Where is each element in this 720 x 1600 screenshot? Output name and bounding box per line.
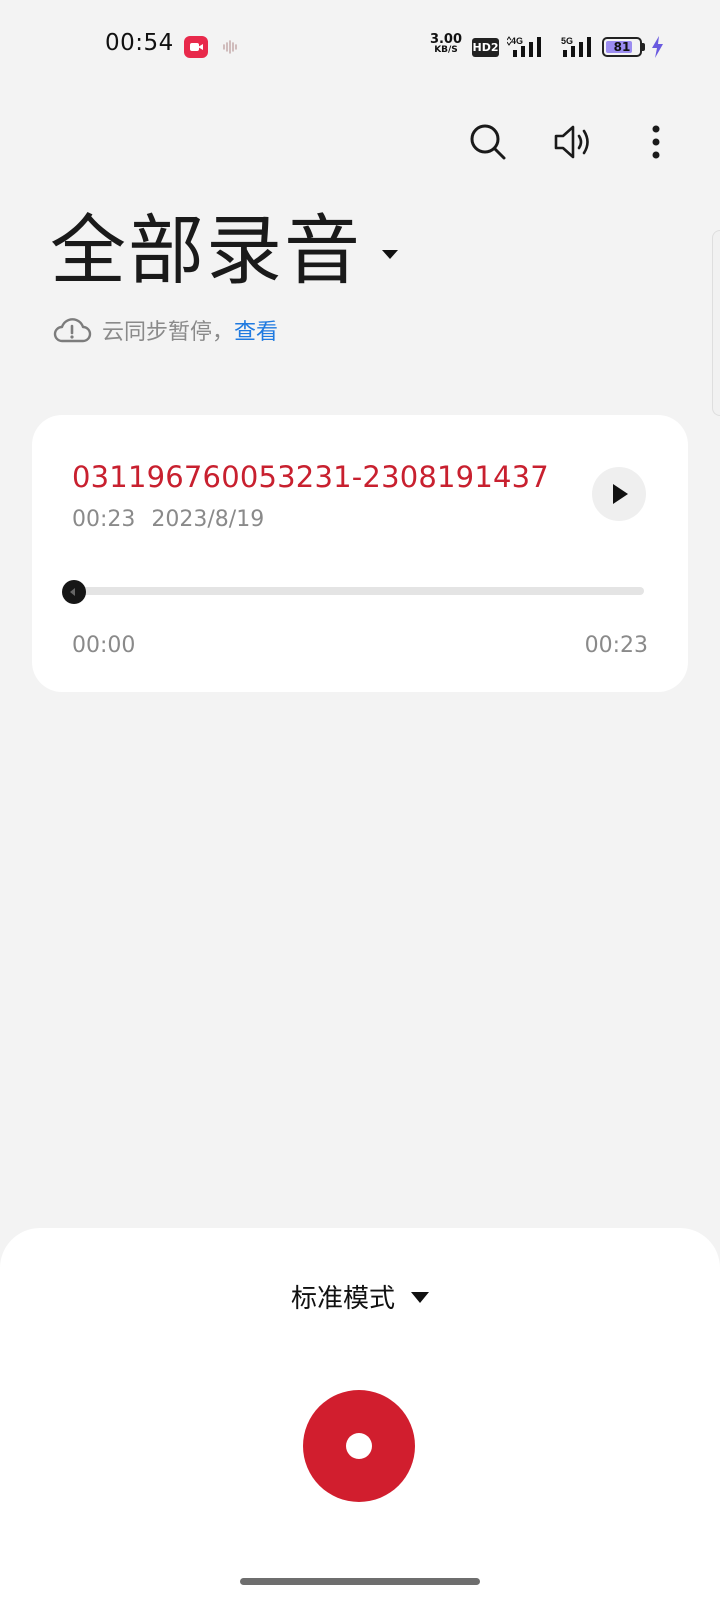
more-options-button[interactable] xyxy=(632,118,680,166)
caret-down-icon xyxy=(382,249,398,259)
hd-voice-icon: HD2 xyxy=(472,38,499,57)
playback-scrubber-handle[interactable] xyxy=(62,580,86,604)
battery-level: 81 xyxy=(613,40,631,54)
battery-icon: 81 xyxy=(602,37,642,57)
sync-status-text: 云同步暂停， xyxy=(102,320,235,345)
signal-5g-label: 5G xyxy=(561,36,573,46)
recording-duration: 00:23 xyxy=(72,507,136,532)
recording-meta: 00:23 2023/8/19 xyxy=(72,507,264,532)
recordings-filter-dropdown[interactable]: 全部录音 xyxy=(50,205,398,297)
more-vertical-icon xyxy=(652,125,660,159)
search-button[interactable] xyxy=(464,118,512,166)
record-mode-selector[interactable]: 标准模式 xyxy=(0,1278,720,1315)
speaker-toggle-button[interactable] xyxy=(550,118,598,166)
record-mode-label: 标准模式 xyxy=(290,1284,395,1314)
playback-progress-bar[interactable] xyxy=(74,587,644,595)
battery-terminal xyxy=(642,43,645,51)
search-icon xyxy=(470,124,506,160)
caret-down-icon xyxy=(411,1292,429,1303)
playback-total-time: 00:23 xyxy=(584,633,648,658)
signal-4g-icon: 4G xyxy=(507,36,541,57)
network-speed: 3.00 KB/S xyxy=(428,32,464,56)
recording-name: 031196760053231-2308191437 xyxy=(72,460,549,494)
record-dot-icon xyxy=(346,1433,372,1459)
page-title: 全部录音 xyxy=(50,206,362,295)
speaker-icon xyxy=(554,125,589,159)
status-time: 00:54 xyxy=(105,30,174,56)
screen-recorder-icon xyxy=(184,36,208,58)
cloud-alert-icon xyxy=(53,318,92,343)
signal-4g-label: 4G xyxy=(511,36,523,46)
record-panel: 标准模式 xyxy=(0,1228,720,1600)
record-button[interactable] xyxy=(303,1390,415,1502)
cloud-sync-status: 云同步暂停， 查看 xyxy=(52,314,278,346)
side-scroll-handle[interactable] xyxy=(712,230,720,416)
sync-view-link[interactable]: 查看 xyxy=(234,314,278,346)
network-speed-value: 3.00 xyxy=(429,32,463,47)
home-indicator[interactable] xyxy=(240,1578,480,1585)
status-bar: 00:54 3.00 KB/S HD2 4G 5G 81 xyxy=(0,0,720,96)
playback-current-time: 00:00 xyxy=(72,633,136,658)
signal-5g-icon: 5G xyxy=(561,36,591,57)
charging-bolt-icon xyxy=(652,36,663,58)
recording-card[interactable]: 031196760053231-2308191437 00:23 2023/8/1… xyxy=(32,415,688,692)
recording-date: 2023/8/19 xyxy=(151,507,265,532)
audio-wave-icon xyxy=(223,40,237,54)
play-button[interactable] xyxy=(592,467,646,521)
